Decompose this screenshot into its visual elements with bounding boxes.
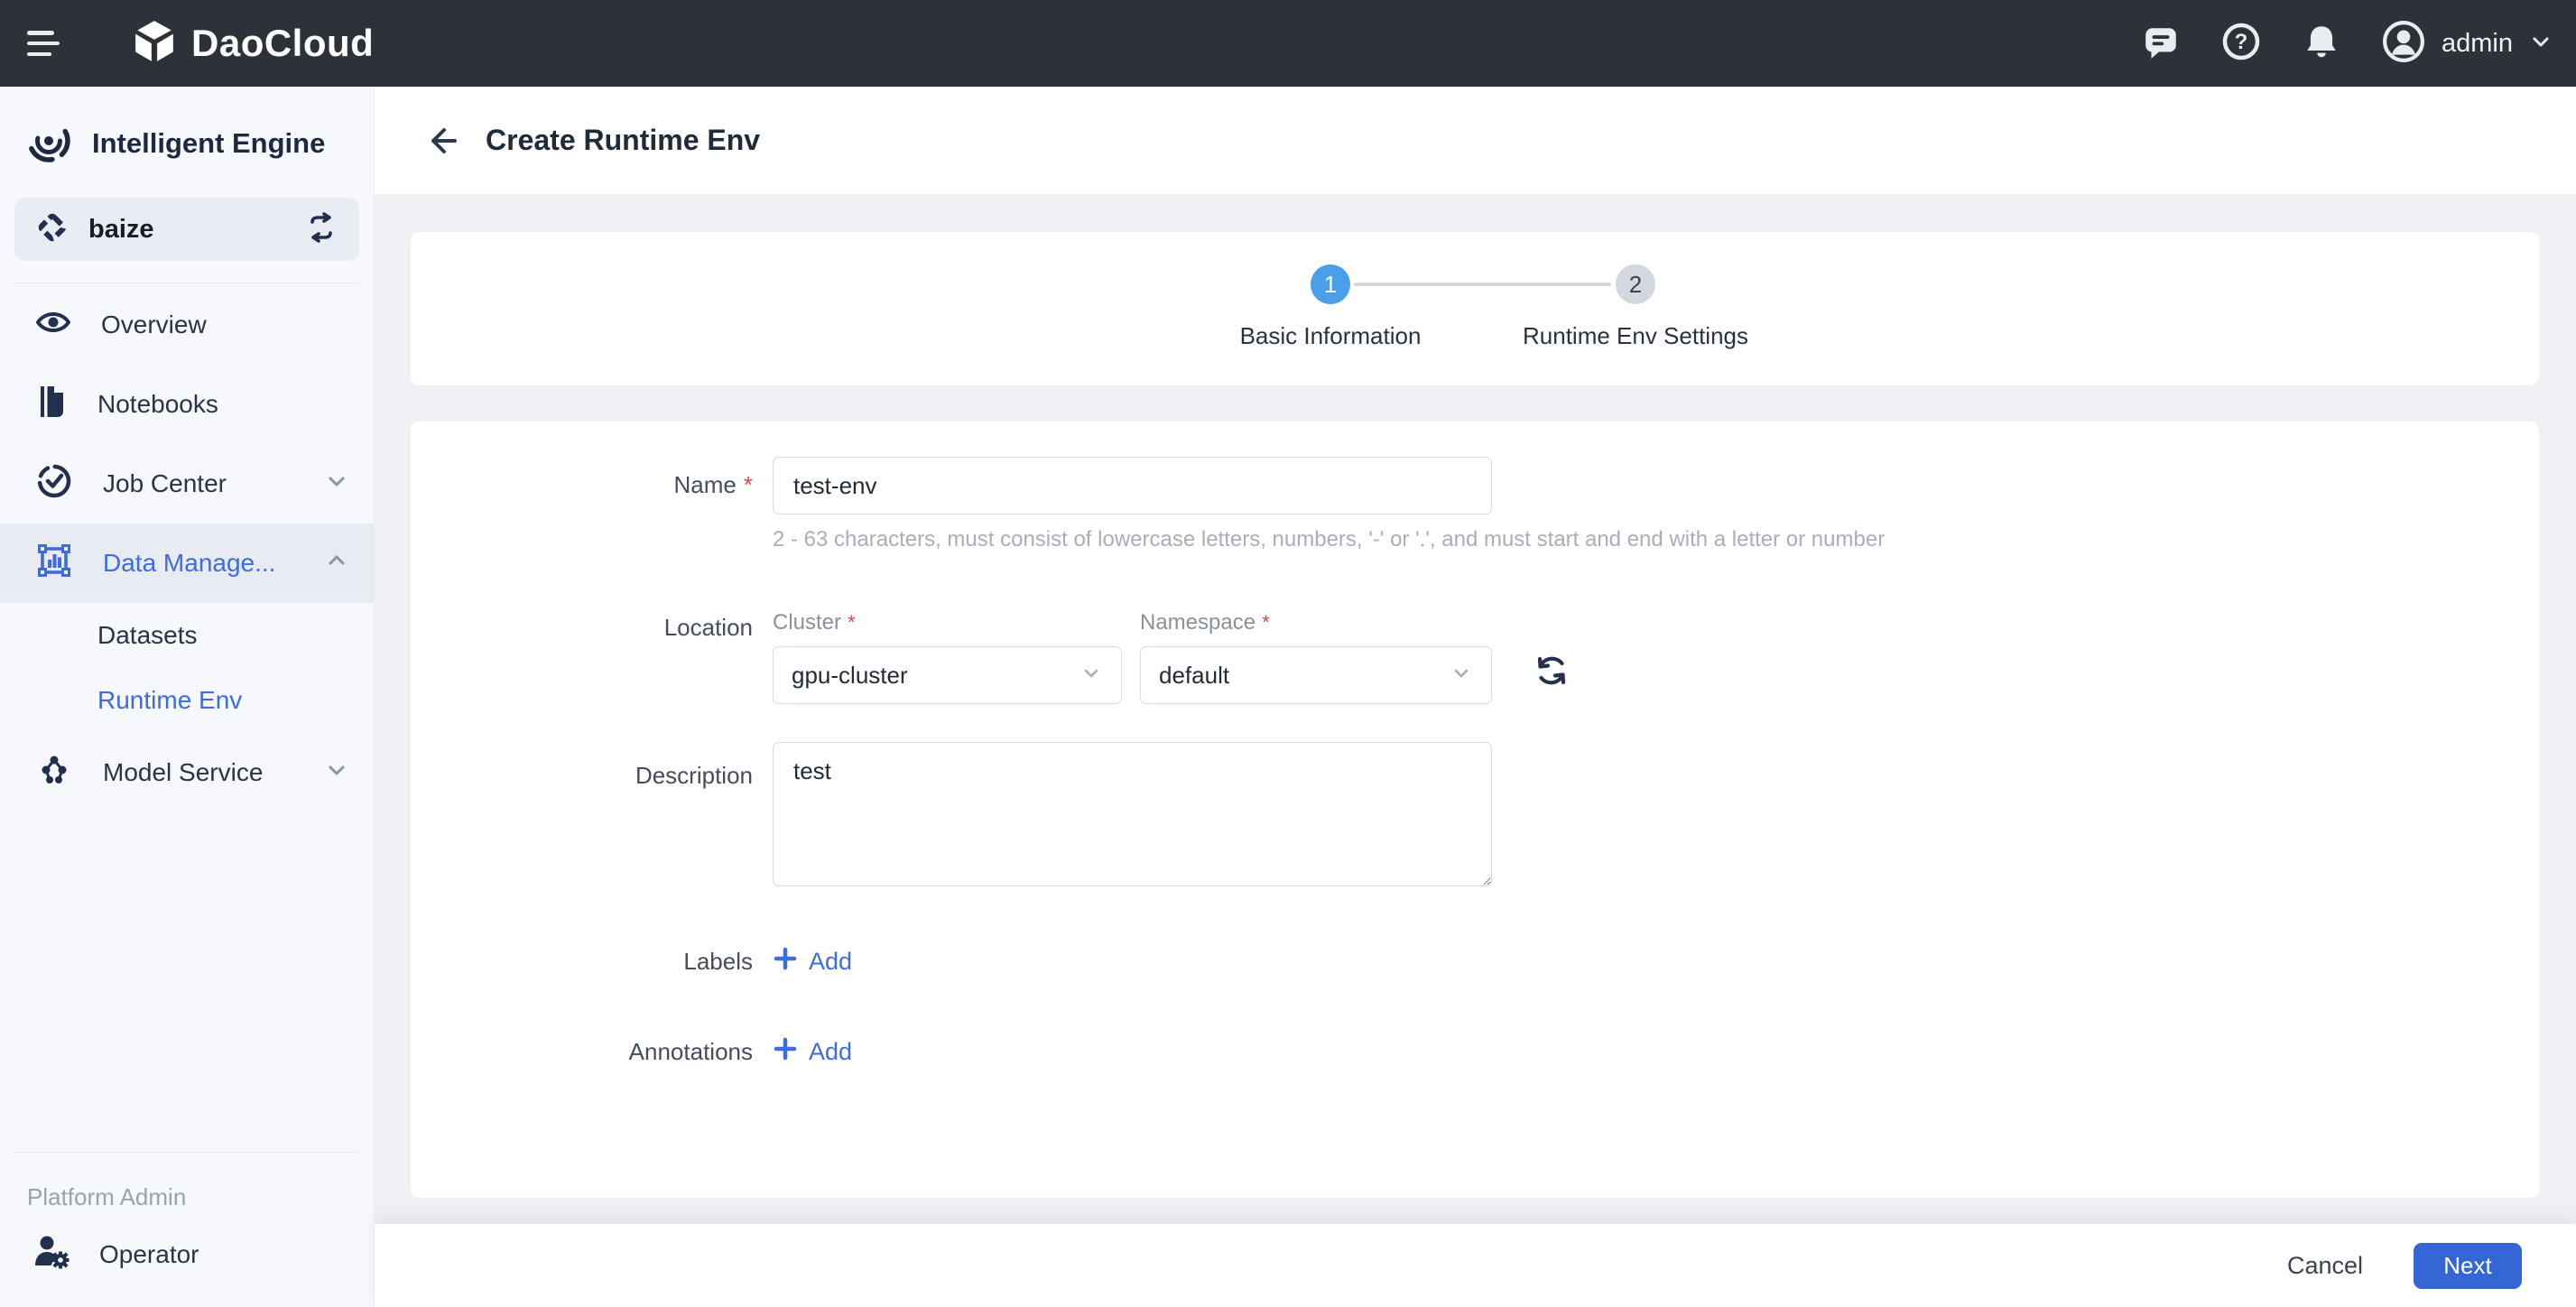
model-service-icon — [36, 752, 72, 794]
stepper-card: 1 2 Basic Information Runtime Env Settin… — [411, 232, 2539, 385]
sidebar-item-operator[interactable]: Operator — [0, 1211, 374, 1298]
sidebar-item-datasets[interactable]: Datasets — [0, 603, 374, 668]
message-icon — [2142, 23, 2180, 65]
location-label: Location — [663, 614, 753, 641]
chevron-down-icon — [325, 758, 348, 788]
help-icon: ? — [2221, 22, 2261, 66]
labels-add-button[interactable]: Add — [773, 946, 852, 978]
sidebar-menu: Overview Notebooks Job Center Data Manag… — [0, 285, 374, 812]
product-name: Intelligent Engine — [92, 126, 326, 159]
refresh-button[interactable] — [1532, 651, 1571, 695]
sidebar-item-job-center[interactable]: Job Center — [0, 444, 374, 524]
svg-text:?: ? — [2235, 30, 2248, 54]
notifications-button[interactable] — [2303, 23, 2340, 65]
workspace-name: baize — [88, 214, 154, 244]
sidebar-item-overview[interactable]: Overview — [0, 285, 374, 365]
username: admin — [2442, 28, 2513, 58]
data-management-icon — [36, 542, 72, 585]
main-content: Create Runtime Env 1 2 Basic Information… — [375, 87, 2576, 1307]
intelligent-engine-icon — [25, 117, 72, 169]
step-connector — [1354, 283, 1611, 286]
chevron-down-icon — [1450, 662, 1473, 690]
back-button[interactable] — [424, 123, 460, 159]
topbar-actions: ? admin — [2142, 20, 2553, 68]
cancel-button[interactable]: Cancel — [2287, 1252, 2363, 1280]
page-body: 1 2 Basic Information Runtime Env Settin… — [375, 194, 2576, 1224]
wizard-footer: Cancel Next — [375, 1224, 2576, 1307]
brand-name: DaoCloud — [191, 22, 375, 64]
swap-icon[interactable] — [305, 211, 338, 248]
chevron-down-icon — [2529, 30, 2553, 58]
chevron-down-icon — [325, 469, 348, 499]
step-2-label: Runtime Env Settings — [1522, 322, 1749, 349]
name-input[interactable] — [773, 457, 1492, 514]
description-label: Description — [635, 762, 753, 789]
book-icon — [36, 385, 67, 425]
next-button[interactable]: Next — [2414, 1242, 2522, 1289]
help-button[interactable]: ? — [2221, 22, 2261, 66]
sidebar: Intelligent Engine baize Overview Notebo… — [0, 87, 375, 1307]
form-card: Name* 2 - 63 characters, must consist of… — [411, 422, 2539, 1198]
brand-logo[interactable]: DaoCloud — [132, 19, 374, 69]
description-row: Description test — [411, 742, 2539, 891]
topbar: DaoCloud ? admin — [0, 0, 2576, 87]
avatar-icon — [2382, 20, 2425, 68]
name-row: Name* 2 - 63 characters, must consist of… — [411, 457, 2539, 552]
bell-icon — [2303, 23, 2340, 65]
app-window: DaoCloud ? admin Intelligent Engine baiz… — [0, 0, 2576, 1307]
plus-icon — [773, 946, 798, 978]
labels-label: Labels — [683, 947, 753, 975]
messages-button[interactable] — [2142, 23, 2180, 65]
page-title: Create Runtime Env — [486, 124, 761, 156]
product-header: Intelligent Engine — [25, 117, 356, 169]
sidebar-item-data-management[interactable]: Data Manage... — [0, 524, 374, 603]
user-menu[interactable]: admin — [2382, 20, 2553, 68]
location-row: Location Cluster * gpu-cluster Namespace… — [411, 610, 2539, 704]
chevron-down-icon — [1080, 662, 1103, 690]
annotations-add-button[interactable]: Add — [773, 1036, 852, 1068]
cluster-select[interactable]: gpu-cluster — [773, 646, 1122, 704]
labels-row: Labels Add — [411, 941, 2539, 981]
plus-icon — [773, 1036, 798, 1068]
sidebar-item-runtime-env[interactable]: Runtime Env — [0, 668, 374, 733]
workspace-icon — [36, 211, 69, 248]
hamburger-menu-icon[interactable] — [27, 28, 63, 59]
job-center-icon — [36, 463, 72, 505]
namespace-select[interactable]: default — [1140, 646, 1492, 704]
step-1-circle: 1 — [1311, 264, 1350, 304]
required-asterisk: * — [1262, 611, 1270, 634]
operator-icon — [32, 1232, 72, 1278]
sidebar-item-notebooks[interactable]: Notebooks — [0, 365, 374, 444]
namespace-label: Namespace * — [1140, 610, 1270, 635]
workspace-switcher[interactable]: baize — [14, 198, 359, 261]
step-1-label: Basic Information — [1239, 322, 1422, 349]
required-asterisk: * — [743, 471, 753, 498]
step-2-circle: 2 — [1616, 264, 1655, 304]
sidebar-item-model-service[interactable]: Model Service — [0, 733, 374, 812]
platform-admin-label: Platform Admin — [27, 1183, 187, 1210]
daocloud-cube-icon — [132, 19, 177, 69]
cluster-label: Cluster * — [773, 610, 856, 635]
annotations-label: Annotations — [628, 1037, 753, 1065]
sidebar-bottom-divider — [14, 1152, 359, 1153]
description-textarea[interactable]: test — [773, 742, 1492, 886]
eye-icon — [35, 308, 71, 343]
required-asterisk: * — [848, 611, 856, 634]
name-label: Name * — [673, 471, 753, 498]
page-titlebar: Create Runtime Env — [375, 87, 2576, 194]
annotations-row: Annotations Add — [411, 1032, 2539, 1071]
chevron-up-icon — [325, 549, 348, 579]
refresh-icon — [1532, 656, 1571, 694]
name-help-text: 2 - 63 characters, must consist of lower… — [773, 527, 1886, 552]
